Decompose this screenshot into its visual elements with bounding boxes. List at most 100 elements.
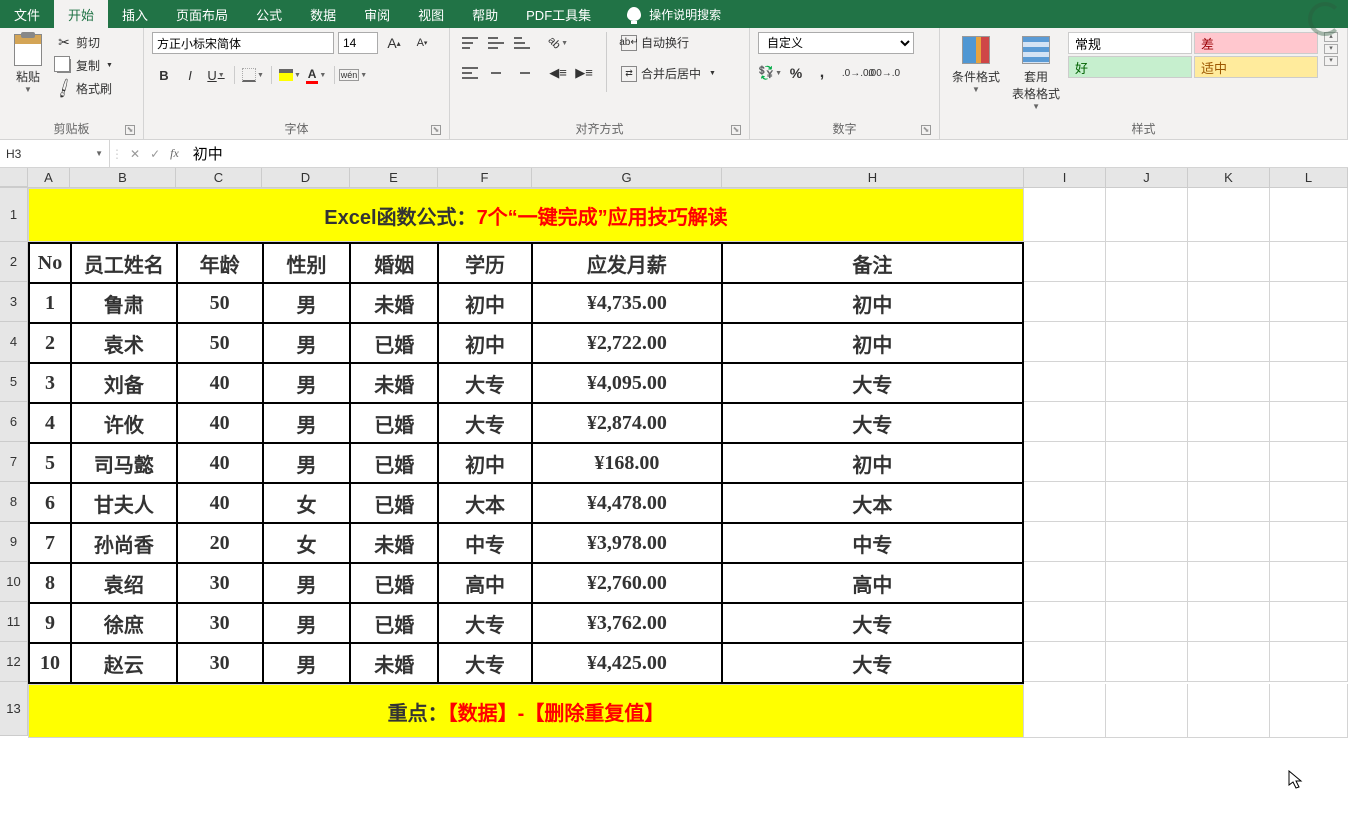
cell[interactable]	[1188, 188, 1270, 242]
cell[interactable]	[1270, 242, 1348, 282]
cell[interactable]	[1188, 642, 1270, 682]
table-cell[interactable]: ¥2,760.00	[532, 563, 722, 603]
cell[interactable]	[1106, 402, 1188, 442]
dialog-launcher-icon[interactable]: ⬊	[125, 125, 135, 135]
font-name-combo[interactable]	[152, 32, 334, 54]
decrease-decimal-button[interactable]: .00→.0	[872, 62, 896, 84]
align-right-button[interactable]	[510, 62, 534, 84]
cell[interactable]	[1188, 602, 1270, 642]
dialog-launcher-icon[interactable]: ⬊	[921, 125, 931, 135]
cell[interactable]	[1024, 642, 1106, 682]
cell[interactable]	[1024, 362, 1106, 402]
table-cell[interactable]: 50	[177, 283, 263, 323]
conditional-formatting-button[interactable]: 条件格式▼	[948, 32, 1004, 96]
cell[interactable]	[1024, 242, 1106, 282]
table-cell[interactable]: 男	[263, 283, 351, 323]
tab-审阅[interactable]: 审阅	[350, 0, 404, 28]
table-header[interactable]: 年龄	[177, 243, 263, 283]
table-cell[interactable]: 40	[177, 363, 263, 403]
cell[interactable]	[1188, 482, 1270, 522]
table-cell[interactable]: 5	[29, 443, 71, 483]
cell[interactable]	[1270, 362, 1348, 402]
table-cell[interactable]: 大专	[438, 643, 532, 683]
cell[interactable]	[1024, 188, 1106, 242]
table-cell[interactable]: 司马懿	[71, 443, 177, 483]
tab-公式[interactable]: 公式	[242, 0, 296, 28]
dialog-launcher-icon[interactable]: ⬊	[431, 125, 441, 135]
table-cell[interactable]: 高中	[722, 563, 1023, 603]
col-header-I[interactable]: I	[1024, 168, 1106, 187]
enter-icon[interactable]: ✓	[150, 147, 160, 161]
table-cell[interactable]: 已婚	[350, 323, 438, 363]
col-header-G[interactable]: G	[532, 168, 722, 187]
footer-merged-cell[interactable]: 重点：【数据】-【删除重复值】	[28, 684, 1024, 738]
table-cell[interactable]: 初中	[722, 443, 1023, 483]
table-cell[interactable]: 男	[263, 603, 351, 643]
style-normal[interactable]: 常规	[1068, 32, 1192, 54]
cut-button[interactable]: ✂剪切	[52, 32, 117, 53]
cell[interactable]	[1270, 442, 1348, 482]
style-gallery-scroll[interactable]: ▴▾▾	[1324, 32, 1338, 66]
table-cell[interactable]: 大本	[438, 483, 532, 523]
table-cell[interactable]: 男	[263, 643, 351, 683]
table-cell[interactable]: 已婚	[350, 483, 438, 523]
cell[interactable]	[1270, 684, 1348, 738]
row-header-5[interactable]: 5	[0, 362, 28, 402]
table-cell[interactable]: 初中	[722, 323, 1023, 363]
table-header[interactable]: 备注	[722, 243, 1023, 283]
cell[interactable]	[1188, 362, 1270, 402]
table-cell[interactable]: 未婚	[350, 523, 438, 563]
worksheet-grid[interactable]: ABCDEFGHIJKL 12345678910111213 Excel函数公式…	[0, 168, 1348, 738]
table-header[interactable]: 婚姻	[350, 243, 438, 283]
table-cell[interactable]: 6	[29, 483, 71, 523]
orientation-button[interactable]: ab▼	[546, 32, 570, 54]
col-header-C[interactable]: C	[176, 168, 262, 187]
decrease-indent-button[interactable]: ◀≡	[546, 62, 570, 84]
align-center-button[interactable]	[484, 62, 508, 84]
table-cell[interactable]: 鲁肃	[71, 283, 177, 323]
table-cell[interactable]: 女	[263, 483, 351, 523]
row-header-11[interactable]: 11	[0, 602, 28, 642]
table-cell[interactable]: 已婚	[350, 443, 438, 483]
table-cell[interactable]: 大专	[438, 363, 532, 403]
table-cell[interactable]: 30	[177, 563, 263, 603]
name-box[interactable]: H3▼	[0, 140, 110, 167]
table-cell[interactable]: 女	[263, 523, 351, 563]
format-as-table-button[interactable]: 套用 表格格式▼	[1008, 32, 1064, 113]
table-cell[interactable]: 8	[29, 563, 71, 603]
table-cell[interactable]: 40	[177, 403, 263, 443]
table-cell[interactable]: 50	[177, 323, 263, 363]
copy-button[interactable]: 复制▼	[52, 55, 117, 76]
table-cell[interactable]: ¥3,762.00	[532, 603, 722, 643]
table-cell[interactable]: 40	[177, 443, 263, 483]
table-cell[interactable]: ¥4,425.00	[532, 643, 722, 683]
cell[interactable]	[1188, 522, 1270, 562]
table-cell[interactable]: 20	[177, 523, 263, 563]
table-cell[interactable]: 男	[263, 403, 351, 443]
cell[interactable]	[1024, 522, 1106, 562]
table-cell[interactable]: 7	[29, 523, 71, 563]
row-header-6[interactable]: 6	[0, 402, 28, 442]
col-header-K[interactable]: K	[1188, 168, 1270, 187]
phonetic-button[interactable]: wén▼	[341, 64, 365, 86]
table-cell[interactable]: 未婚	[350, 643, 438, 683]
title-merged-cell[interactable]: Excel函数公式：7个“一键完成”应用技巧解读	[28, 188, 1024, 242]
table-cell[interactable]: 大专	[722, 363, 1023, 403]
style-bad[interactable]: 差	[1194, 32, 1318, 54]
cell[interactable]	[1270, 482, 1348, 522]
col-header-H[interactable]: H	[722, 168, 1024, 187]
cell[interactable]	[1188, 684, 1270, 738]
table-cell[interactable]: 甘夫人	[71, 483, 177, 523]
table-header[interactable]: 员工姓名	[71, 243, 177, 283]
cell[interactable]	[1106, 684, 1188, 738]
cell[interactable]	[1188, 442, 1270, 482]
cell[interactable]	[1024, 562, 1106, 602]
cell-styles-gallery[interactable]: 常规 差 好 适中	[1068, 32, 1318, 78]
merge-center-button[interactable]: ⇄合并后居中▼	[617, 63, 720, 84]
tab-帮助[interactable]: 帮助	[458, 0, 512, 28]
table-cell[interactable]: 男	[263, 323, 351, 363]
cell[interactable]	[1106, 362, 1188, 402]
cell[interactable]	[1270, 282, 1348, 322]
table-cell[interactable]: 初中	[722, 283, 1023, 323]
tab-数据[interactable]: 数据	[296, 0, 350, 28]
